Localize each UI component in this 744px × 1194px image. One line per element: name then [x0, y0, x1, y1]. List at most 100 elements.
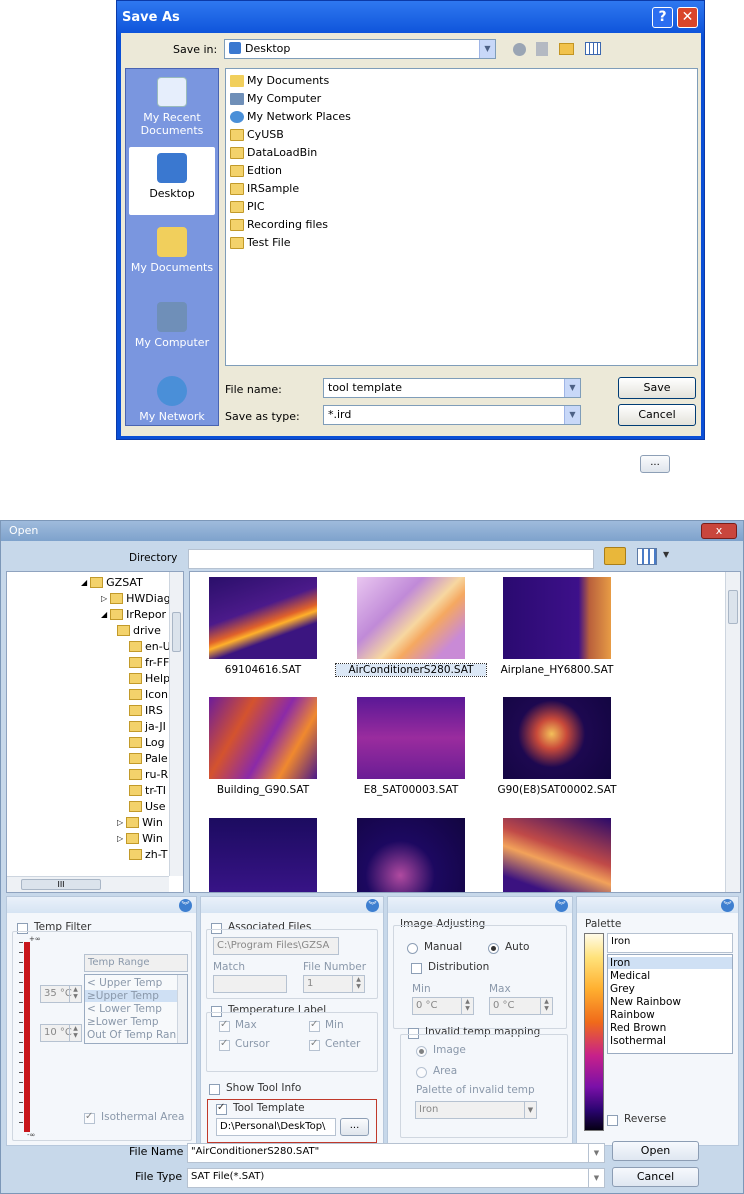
thumbs-vscrollbar[interactable]: [725, 572, 740, 892]
tree-item[interactable]: IRS: [129, 704, 163, 717]
area-radio[interactable]: [416, 1067, 427, 1078]
views-menu-icon[interactable]: [637, 548, 657, 565]
place-recent[interactable]: My Recent Documents: [128, 71, 216, 141]
max-checkbox[interactable]: [219, 1019, 230, 1032]
spinner-icon[interactable]: ▲ ▼: [461, 998, 473, 1014]
list-item[interactable]: My Computer: [230, 90, 321, 107]
max-input[interactable]: 0 °C ▲ ▼: [489, 997, 553, 1015]
upper-temp-input[interactable]: 35 °C ▲ ▼: [40, 985, 82, 1003]
tree-item[interactable]: ▷ Win: [117, 832, 163, 845]
image-radio[interactable]: [416, 1046, 427, 1057]
spinner-icon[interactable]: ▲ ▼: [540, 998, 552, 1014]
palette-list[interactable]: Iron Medical Grey New Rainbow Rainbow Re…: [607, 954, 733, 1054]
list-item[interactable]: My Network Places: [230, 108, 351, 125]
views-menu-icon[interactable]: [585, 42, 601, 55]
chevron-down-icon[interactable]: ▼: [588, 1169, 604, 1187]
help-button[interactable]: ?: [652, 7, 673, 28]
tree-item[interactable]: Use: [129, 800, 166, 813]
list-item[interactable]: Medical: [610, 970, 650, 982]
chevron-down-icon[interactable]: ▼: [588, 1144, 604, 1162]
tree-item[interactable]: Icon: [129, 688, 168, 701]
cursor-checkbox[interactable]: [219, 1038, 230, 1051]
tree-hscrollbar[interactable]: III: [7, 876, 169, 892]
spinner-icon[interactable]: ▲ ▼: [69, 1025, 81, 1041]
file-name-field[interactable]: tool template ▼: [323, 378, 581, 398]
auto-radio[interactable]: [488, 943, 499, 954]
temp-range-list[interactable]: < Upper Temp ≥Upper Temp < Lower Temp ≥L…: [84, 974, 188, 1044]
close-button[interactable]: ✕: [677, 7, 698, 28]
scroll-thumb[interactable]: [728, 590, 738, 624]
thermal-thumbnail[interactable]: [357, 697, 465, 779]
list-item[interactable]: Test File: [230, 234, 291, 251]
palette-input[interactable]: Iron: [607, 933, 733, 953]
list-scrollbar[interactable]: [177, 975, 187, 1043]
tree-item[interactable]: ◢ GZSAT: [81, 576, 143, 589]
manual-radio[interactable]: [407, 943, 418, 954]
directory-input[interactable]: [188, 549, 594, 569]
list-item[interactable]: ≥Lower Temp: [87, 1016, 159, 1028]
list-item[interactable]: < Lower Temp: [87, 1003, 162, 1015]
tool-template-checkbox[interactable]: [216, 1102, 227, 1115]
open-button[interactable]: Open: [612, 1141, 699, 1161]
folder-up-icon[interactable]: [604, 547, 626, 565]
chevron-down-icon[interactable]: ▼: [479, 40, 495, 58]
collapse-icon[interactable]: ︾: [179, 899, 192, 912]
list-item[interactable]: Rainbow: [610, 1009, 655, 1021]
min-checkbox[interactable]: [309, 1019, 320, 1032]
chevron-down-icon[interactable]: ▼: [663, 550, 669, 559]
collapse-icon[interactable]: ︾: [721, 899, 734, 912]
save-in-combo[interactable]: Desktop ▼: [224, 39, 496, 59]
collapse-icon[interactable]: ︾: [366, 899, 379, 912]
close-button[interactable]: x: [701, 523, 737, 539]
list-item[interactable]: < Upper Temp: [87, 977, 162, 989]
tool-template-path[interactable]: D:\Personal\DeskTop\: [216, 1118, 336, 1136]
chevron-down-icon[interactable]: ▼: [524, 1102, 536, 1118]
place-my-computer[interactable]: My Computer: [128, 296, 216, 366]
place-my-documents[interactable]: My Documents: [128, 221, 216, 291]
center-checkbox[interactable]: [309, 1038, 320, 1051]
thermal-thumbnail[interactable]: [209, 818, 317, 892]
associated-path-input[interactable]: C:\Program Files\GZSA: [213, 937, 339, 955]
tree-item[interactable]: ru-R: [129, 768, 168, 781]
place-my-network[interactable]: My Network: [128, 370, 216, 440]
scroll-thumb[interactable]: [172, 612, 181, 652]
list-item[interactable]: Isothermal: [610, 1035, 666, 1047]
tree-item[interactable]: ja-JI: [129, 720, 166, 733]
thermal-thumbnail[interactable]: [209, 577, 317, 659]
list-item[interactable]: CyUSB: [230, 126, 284, 143]
distribution-checkbox[interactable]: [411, 963, 422, 974]
browse-button[interactable]: ...: [640, 455, 670, 473]
chevron-down-icon[interactable]: ▼: [564, 379, 580, 397]
thermal-thumbnail[interactable]: [503, 818, 611, 892]
cancel-button[interactable]: Cancel: [612, 1167, 699, 1187]
list-item[interactable]: New Rainbow: [610, 996, 681, 1008]
list-item[interactable]: My Documents: [230, 72, 329, 89]
list-item[interactable]: DataLoadBin: [230, 144, 317, 161]
spinner-icon[interactable]: ▲ ▼: [352, 976, 364, 992]
list-item[interactable]: ≥Upper Temp: [85, 990, 177, 1002]
place-desktop[interactable]: Desktop: [128, 146, 216, 216]
tree-item[interactable]: fr-FF: [129, 656, 169, 669]
match-input[interactable]: [213, 975, 287, 993]
tree-item[interactable]: en-U: [129, 640, 171, 653]
thermal-thumbnail[interactable]: [503, 577, 611, 659]
file-name-input[interactable]: "AirConditionerS280.SAT" ▼: [187, 1143, 605, 1163]
list-item[interactable]: Iron: [608, 957, 732, 969]
min-input[interactable]: 0 °C ▲ ▼: [412, 997, 474, 1015]
spinner-icon[interactable]: ▲ ▼: [69, 986, 81, 1002]
thermal-thumbnail[interactable]: [357, 818, 465, 892]
tree-vscrollbar[interactable]: [169, 572, 183, 876]
tree-item[interactable]: ▷ HWDiag: [101, 592, 171, 605]
file-type-select[interactable]: SAT File(*.SAT) ▼: [187, 1168, 605, 1188]
palette-invalid-select[interactable]: Iron ▼: [415, 1101, 537, 1119]
scroll-thumb[interactable]: III: [21, 879, 101, 890]
new-folder-icon[interactable]: [559, 43, 574, 55]
cancel-button[interactable]: Cancel: [618, 404, 696, 426]
tree-item[interactable]: ◢ IrRepor: [101, 608, 166, 621]
tree-item[interactable]: drive: [117, 624, 161, 637]
tree-item[interactable]: tr-TI: [129, 784, 166, 797]
list-item[interactable]: PIC: [230, 198, 265, 215]
collapse-icon[interactable]: ︾: [555, 899, 568, 912]
tree-item[interactable]: Log: [129, 736, 165, 749]
save-type-select[interactable]: *.ird ▼: [323, 405, 581, 425]
